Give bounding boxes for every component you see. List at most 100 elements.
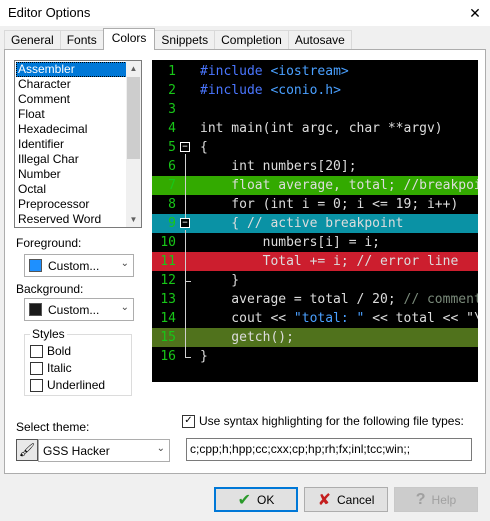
- foreground-label: Foreground:: [16, 236, 82, 250]
- code-text: #include <iostream>: [200, 62, 349, 81]
- code-segment: int main(int argc, char **argv): [200, 121, 443, 136]
- cancel-x-icon: ✘: [317, 491, 332, 509]
- background-color-select[interactable]: Custom... ⌄: [24, 298, 134, 321]
- list-item-reserved-word[interactable]: Reserved Word: [16, 212, 127, 227]
- code-text: getch();: [200, 328, 294, 347]
- code-text: int numbers[20];: [200, 157, 356, 176]
- code-text: int main(int argc, char **argv): [200, 119, 443, 138]
- line-number: 11: [160, 254, 176, 269]
- tab-colors[interactable]: Colors: [102, 28, 156, 50]
- tab-autosave[interactable]: Autosave: [287, 30, 352, 50]
- code-line: 7 float average, total; //breakpoint: [152, 176, 478, 195]
- element-list-scrollbar[interactable]: ▲ ▼: [126, 61, 141, 227]
- list-item-assembler[interactable]: Assembler: [16, 62, 127, 77]
- list-item-illegal-char[interactable]: Illegal Char: [16, 152, 127, 167]
- list-item-comment[interactable]: Comment: [16, 92, 127, 107]
- code-segment: { // active breakpoint: [200, 216, 404, 231]
- chevron-down-icon: ⌄: [120, 258, 129, 269]
- list-item-float[interactable]: Float: [16, 107, 127, 122]
- file-types-input[interactable]: c;cpp;h;hpp;cc;cxx;cp;hp;rh;fx;inl;tcc;w…: [186, 438, 472, 461]
- scroll-down-icon[interactable]: ▼: [126, 212, 141, 227]
- list-item-identifier[interactable]: Identifier: [16, 137, 127, 152]
- code-text: #include <conio.h>: [200, 81, 341, 100]
- list-item-character[interactable]: Character: [16, 77, 127, 92]
- chevron-down-icon: ⌄: [156, 443, 165, 454]
- code-segment: for (int i = 0; i <= 19; i++): [200, 197, 459, 212]
- underlined-checkbox[interactable]: [30, 378, 43, 392]
- tab-snippets[interactable]: Snippets: [154, 30, 216, 50]
- code-text: { // active breakpoint: [200, 214, 404, 233]
- code-line: 11 Total += i; // error line: [152, 252, 478, 271]
- scroll-up-icon[interactable]: ▲: [126, 61, 141, 76]
- code-text: }: [200, 347, 208, 366]
- list-item-preprocessor[interactable]: Preprocessor: [16, 197, 127, 212]
- underlined-checkbox-row[interactable]: Underlined: [30, 378, 105, 392]
- fold-guide-end: [185, 281, 191, 282]
- list-item-hexadecimal[interactable]: Hexadecimal: [16, 122, 127, 137]
- italic-checkbox-row[interactable]: Italic: [30, 361, 72, 375]
- code-text: }: [200, 271, 239, 290]
- bold-checkbox[interactable]: [30, 344, 43, 358]
- theme-select[interactable]: GSS Hacker ⌄: [38, 439, 170, 462]
- close-button[interactable]: ✕: [460, 0, 490, 26]
- italic-label: Italic: [47, 361, 72, 375]
- foreground-color-select[interactable]: Custom... ⌄: [24, 254, 134, 277]
- list-item-octal[interactable]: Octal: [16, 182, 127, 197]
- code-line: 3: [152, 100, 478, 119]
- code-segment: {: [200, 140, 208, 155]
- line-number: 10: [160, 235, 176, 250]
- help-label: Help: [431, 492, 457, 507]
- code-segment: cout <<: [200, 311, 294, 326]
- syntax-highlighting-row[interactable]: ✓ Use syntax highlighting for the follow…: [182, 414, 464, 428]
- code-line: 2 #include <conio.h>: [152, 81, 478, 100]
- code-text: Total += i; // error line: [200, 252, 459, 271]
- tab-strip: General Fonts Colors Snippets Completion…: [4, 28, 352, 50]
- line-number: 9: [168, 216, 176, 231]
- italic-checkbox[interactable]: [30, 361, 43, 375]
- include-path: <iostream>: [270, 64, 349, 79]
- code-segment: Total += i; // error line: [200, 254, 459, 269]
- background-label: Background:: [16, 282, 84, 296]
- bold-checkbox-row[interactable]: Bold: [30, 344, 71, 358]
- tab-general[interactable]: General: [4, 30, 61, 50]
- code-text: float average, total; //breakpoint: [200, 176, 478, 195]
- code-string: "total: ": [293, 311, 365, 326]
- line-number: 16: [160, 349, 176, 364]
- background-value: Custom...: [48, 302, 100, 317]
- code-segment: numbers[i] = i;: [200, 235, 381, 250]
- code-text: cout << "total: " << total << "\n";: [200, 309, 478, 328]
- code-segment: float average, total; //breakpoint: [200, 178, 478, 193]
- line-number: 13: [160, 292, 176, 307]
- checkmark-icon: ✔: [237, 491, 252, 509]
- code-text: for (int i = 0; i <= 19; i++): [200, 195, 458, 214]
- line-number: 7: [168, 178, 176, 193]
- foreground-value: Custom...: [48, 258, 100, 273]
- bold-label: Bold: [47, 344, 72, 358]
- title-bar: Editor Options ✕: [0, 0, 490, 26]
- tab-fonts[interactable]: Fonts: [59, 30, 104, 50]
- code-line: 12 }: [152, 271, 478, 290]
- syntax-highlighting-label: Use syntax highlighting for the followin…: [199, 414, 464, 428]
- list-item-number[interactable]: Number: [16, 167, 127, 182]
- line-number: 3: [168, 102, 176, 117]
- line-number: 2: [168, 83, 176, 98]
- syntax-highlighting-checkbox[interactable]: ✓: [182, 414, 195, 428]
- code-text: average = total / 20; // comment: [200, 290, 478, 309]
- code-line: 16}: [152, 347, 478, 366]
- ok-button[interactable]: ✔ OK: [214, 487, 298, 512]
- code-segment: average = total / 20;: [200, 292, 404, 307]
- code-segment: #include: [200, 64, 271, 79]
- code-line: 15 getch();: [152, 328, 478, 347]
- fold-toggle-icon[interactable]: −: [180, 142, 190, 152]
- element-list[interactable]: Assembler Character Comment Float Hexade…: [14, 60, 142, 228]
- scroll-thumb[interactable]: [127, 77, 140, 159]
- tab-completion[interactable]: Completion: [214, 30, 289, 50]
- line-number: 6: [168, 159, 176, 174]
- fold-guide: [185, 230, 186, 357]
- fold-toggle-icon[interactable]: −: [180, 218, 190, 228]
- line-number: 4: [168, 121, 176, 136]
- line-number: 1: [168, 64, 176, 79]
- line-number: 5: [168, 140, 176, 155]
- cancel-button[interactable]: ✘ Cancel: [304, 487, 388, 512]
- include-path: <conio.h>: [270, 83, 341, 98]
